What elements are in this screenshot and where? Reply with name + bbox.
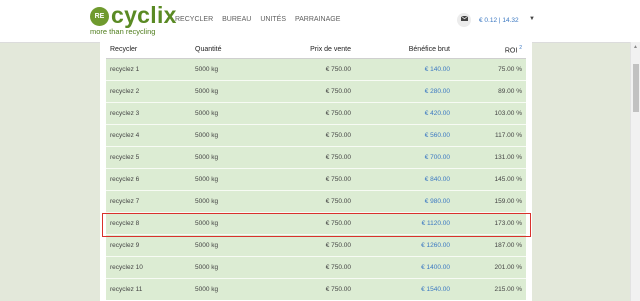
nav-unites[interactable]: UNITÉS [260, 16, 286, 23]
scrollbar-thumb[interactable] [633, 64, 639, 112]
header-roi-label: ROI [504, 47, 518, 55]
cell-benefice: € 420.00 [355, 102, 454, 125]
cell-roi: 89.00 % [454, 80, 526, 103]
nav-bureau[interactable]: BUREAU [222, 16, 251, 23]
cell-benefice: € 1400.00 [355, 256, 454, 279]
cell-prix: € 750.00 [273, 58, 355, 81]
header-benefice-brut[interactable]: Bénéfice brut [355, 41, 454, 59]
cell-recycler: recyclez 6 [106, 168, 191, 191]
cell-recycler: recyclez 11 [106, 278, 191, 300]
scroll-up-icon[interactable]: ▲ [633, 44, 638, 50]
cell-quantite: 5000 kg [191, 168, 273, 191]
table-row[interactable]: recyclez 1 5000 kg € 750.00 € 140.00 75.00 % [106, 58, 526, 81]
cell-quantite: 5000 kg [191, 256, 273, 279]
cell-quantite: 5000 kg [191, 58, 273, 81]
table-row[interactable]: recyclez 7 5000 kg € 750.00 € 980.00 159.00 … [106, 190, 526, 213]
logo-name: cyclix [111, 2, 177, 28]
cell-prix: € 750.00 [273, 80, 355, 103]
table-row[interactable]: recyclez 4 5000 kg € 750.00 € 560.00 117.00 … [106, 124, 526, 147]
cell-quantite: 5000 kg [191, 278, 273, 300]
cell-quantite: 5000 kg [191, 146, 273, 169]
cell-quantite: 5000 kg [191, 234, 273, 257]
table-row[interactable]: recyclez 6 5000 kg € 750.00 € 840.00 145.00 … [106, 168, 526, 191]
cell-roi: 215.00 % [454, 278, 526, 300]
cell-recycler: recyclez 9 [106, 234, 191, 257]
messages-button[interactable] [457, 13, 471, 27]
cell-recycler: recyclez 2 [106, 80, 191, 103]
cell-benefice: € 1120.00 [355, 212, 454, 235]
cell-roi: 145.00 % [454, 168, 526, 191]
cell-prix: € 750.00 [273, 234, 355, 257]
table-row[interactable]: recyclez 3 5000 kg € 750.00 € 420.00 103.00 … [106, 102, 526, 125]
table-row[interactable]: recyclez 2 5000 kg € 750.00 € 280.00 89.00 % [106, 80, 526, 103]
cell-roi: 131.00 % [454, 146, 526, 169]
cell-roi: 117.00 % [454, 124, 526, 147]
cell-recycler: recyclez 10 [106, 256, 191, 279]
cell-benefice: € 1540.00 [355, 278, 454, 300]
recycling-table-panel: Recycler Quantité Prix de vente Bénéfice… [100, 36, 532, 301]
cell-recycler: recyclez 3 [106, 102, 191, 125]
cell-benefice: € 700.00 [355, 146, 454, 169]
cell-recycler: recyclez 8 [106, 212, 191, 235]
cell-prix: € 750.00 [273, 146, 355, 169]
header-roi[interactable]: ROI 2 [454, 41, 526, 59]
cell-recycler: recyclez 4 [106, 124, 191, 147]
cell-recycler: recyclez 5 [106, 146, 191, 169]
nav-parrainage[interactable]: PARRAINAGE [295, 16, 340, 23]
cell-quantite: 5000 kg [191, 80, 273, 103]
header-recycler[interactable]: Recycler [106, 41, 191, 59]
cell-benefice: € 560.00 [355, 124, 454, 147]
nav-recycler[interactable]: RECYCLER [175, 16, 213, 23]
roi-footnote-link[interactable]: 2 [519, 45, 522, 51]
recycling-table: Recycler Quantité Prix de vente Bénéfice… [106, 41, 526, 300]
table-row[interactable]: recyclez 9 5000 kg € 750.00 € 1260.00 187.00… [106, 234, 526, 257]
cell-quantite: 5000 kg [191, 190, 273, 213]
cell-quantite: 5000 kg [191, 212, 273, 235]
wallet-balance[interactable]: € 0.12 | 14.32 [479, 17, 519, 24]
logo[interactable]: RE cyclix more than recycling [90, 2, 176, 38]
cell-roi: 187.00 % [454, 234, 526, 257]
cell-roi: 159.00 % [454, 190, 526, 213]
table-header-row: Recycler Quantité Prix de vente Bénéfice… [106, 41, 526, 59]
cell-recycler: recyclez 7 [106, 190, 191, 213]
cell-prix: € 750.00 [273, 256, 355, 279]
cell-benefice: € 1260.00 [355, 234, 454, 257]
main-nav: RECYCLER BUREAU UNITÉS PARRAINAGE [175, 16, 340, 23]
cell-prix: € 750.00 [273, 212, 355, 235]
cell-prix: € 750.00 [273, 124, 355, 147]
cell-roi: 75.00 % [454, 58, 526, 81]
cell-prix: € 750.00 [273, 278, 355, 300]
cell-benefice: € 840.00 [355, 168, 454, 191]
logo-badge: RE [90, 7, 109, 26]
cell-quantite: 5000 kg [191, 124, 273, 147]
cell-roi: 103.00 % [454, 102, 526, 125]
scrollbar[interactable]: ▲ [630, 42, 640, 301]
header-prix-de-vente[interactable]: Prix de vente [273, 41, 355, 59]
table-row[interactable]: recyclez 5 5000 kg € 750.00 € 700.00 131.00 … [106, 146, 526, 169]
table-row[interactable]: recyclez 8 5000 kg € 750.00 € 1120.00 173.00… [106, 212, 526, 235]
caret-down-icon[interactable]: ▼ [529, 16, 535, 22]
cell-recycler: recyclez 1 [106, 58, 191, 81]
header-quantite[interactable]: Quantité [191, 41, 273, 59]
cell-prix: € 750.00 [273, 190, 355, 213]
cell-benefice: € 280.00 [355, 80, 454, 103]
cell-prix: € 750.00 [273, 102, 355, 125]
cell-benefice: € 980.00 [355, 190, 454, 213]
logo-tagline: more than recycling [90, 27, 156, 36]
cell-benefice: € 140.00 [355, 58, 454, 81]
wallet-value: € 0.12 | 14.32 [479, 17, 519, 24]
cell-quantite: 5000 kg [191, 102, 273, 125]
table-row[interactable]: recyclez 11 5000 kg € 750.00 € 1540.00 215.0… [106, 278, 526, 300]
cell-prix: € 750.00 [273, 168, 355, 191]
envelope-icon [460, 15, 468, 22]
table-row[interactable]: recyclez 10 5000 kg € 750.00 € 1400.00 201.0… [106, 256, 526, 279]
cell-roi: 173.00 % [454, 212, 526, 235]
cell-roi: 201.00 % [454, 256, 526, 279]
